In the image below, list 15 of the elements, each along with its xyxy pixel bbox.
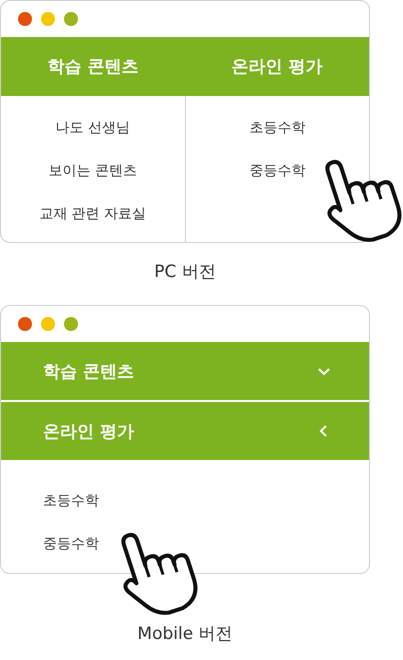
- menu-item[interactable]: 중등수학: [249, 159, 306, 183]
- menu-item[interactable]: 교재 관련 자료실: [39, 202, 146, 226]
- caption: PC 버전: [153, 261, 217, 283]
- window-dot: [18, 317, 32, 331]
- menu-item[interactable]: 보이는 콘텐츠: [48, 159, 137, 183]
- window-dot: [41, 12, 55, 26]
- window-dot: [64, 317, 78, 331]
- menu-item[interactable]: 중등수학: [43, 532, 369, 556]
- menu-item[interactable]: 나도 선생님: [56, 116, 130, 140]
- menu-item[interactable]: 초등수학: [249, 116, 306, 140]
- window-dot: [64, 12, 78, 26]
- caption: Mobile 버전: [136, 623, 234, 645]
- menu-item[interactable]: 초등수학: [43, 489, 369, 513]
- window-dot: [41, 317, 55, 331]
- window-dot: [18, 12, 32, 26]
